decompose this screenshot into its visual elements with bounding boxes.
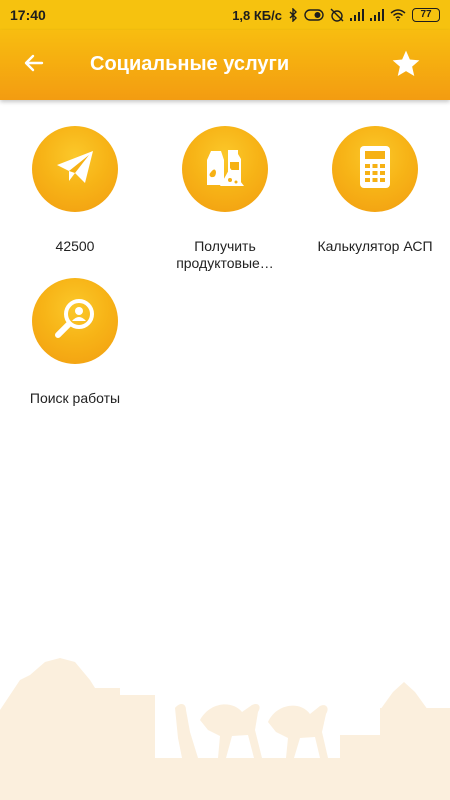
service-label: Калькулятор АСП <box>317 238 433 254</box>
arrow-left-icon <box>22 51 46 80</box>
paper-plane-icon <box>53 145 97 194</box>
status-right: 1,8 КБ/с 77 <box>232 8 440 23</box>
service-tile-42500[interactable]: 42500 <box>0 126 150 255</box>
job-search-icon <box>51 295 99 348</box>
toggle-icon <box>304 8 324 22</box>
service-icon-circle[interactable] <box>182 126 268 212</box>
service-icon-circle[interactable] <box>332 126 418 212</box>
signal-icon <box>350 8 364 22</box>
favorite-button[interactable] <box>384 44 428 88</box>
service-label: Получить продуктовые… <box>176 238 274 271</box>
service-icon-circle[interactable] <box>32 126 118 212</box>
alarm-off-icon <box>330 8 344 22</box>
wifi-icon <box>390 8 406 22</box>
groceries-icon <box>200 142 250 197</box>
page-title: Социальные услуги <box>90 53 290 75</box>
bluetooth-icon <box>288 8 298 22</box>
status-time: 17:40 <box>10 7 46 23</box>
battery-icon: 77 <box>412 8 440 22</box>
network-speed: 1,8 КБ/с <box>232 7 282 23</box>
service-label: Поиск работы <box>29 390 121 406</box>
star-icon <box>390 48 422 85</box>
status-bar: 17:40 1,8 КБ/с 77 <box>0 0 450 30</box>
battery-level: 77 <box>420 9 432 20</box>
background-illustration <box>0 640 450 800</box>
calculator-icon <box>355 143 395 196</box>
back-button[interactable] <box>14 45 54 85</box>
service-tile-calculator[interactable]: Калькулятор АСП <box>300 126 450 255</box>
service-icon-circle[interactable] <box>32 278 118 364</box>
service-label: 42500 <box>55 238 95 254</box>
app-bar: Социальные услуги <box>0 30 450 100</box>
service-tile-groceries[interactable]: Получить продуктовые… <box>150 126 300 272</box>
service-tile-job-search[interactable]: Поиск работы <box>0 278 150 407</box>
signal-icon <box>370 8 384 22</box>
